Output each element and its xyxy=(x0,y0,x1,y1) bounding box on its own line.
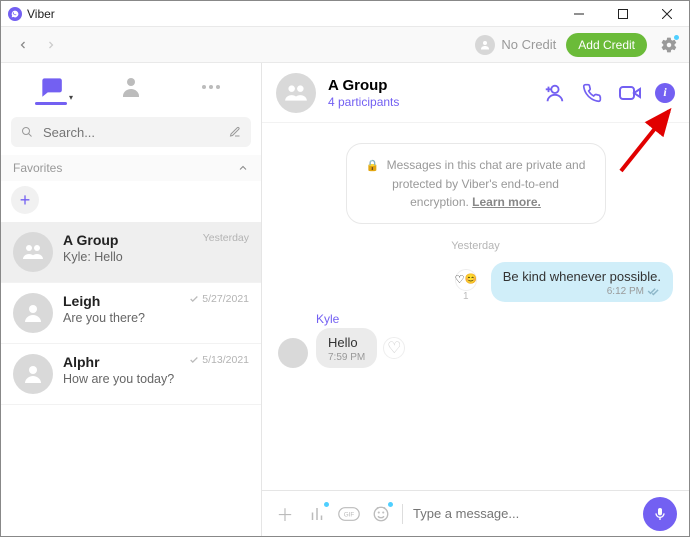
chat-item-0[interactable]: A Group Kyle: Hello Yesterday xyxy=(1,222,261,283)
chat-item-time: 5/13/2021 xyxy=(189,354,249,366)
composer: ＋ GIF xyxy=(262,490,689,536)
add-participant-button[interactable] xyxy=(541,80,567,106)
chats-tab[interactable]: ▾ xyxy=(11,74,91,100)
no-credit-button[interactable]: No Credit xyxy=(475,35,556,55)
message-text: Be kind whenever possible. xyxy=(503,269,661,284)
chat-item-time: Yesterday xyxy=(203,232,249,244)
chat-item-2[interactable]: Alphr How are you today? 5/13/2021 xyxy=(1,344,261,405)
chat-header: A Group 4 participants i xyxy=(262,63,689,123)
poll-button[interactable] xyxy=(306,503,328,525)
react-button[interactable]: ♡ xyxy=(383,337,405,359)
chat-title: A Group xyxy=(328,77,529,94)
chat-item-preview: Are you there? xyxy=(63,311,249,325)
group-avatar-icon xyxy=(13,232,53,272)
video-call-button[interactable] xyxy=(617,80,643,106)
search-icon xyxy=(21,125,33,139)
info-button[interactable]: i xyxy=(655,83,675,103)
day-separator: Yesterday xyxy=(278,240,673,252)
forward-button[interactable] xyxy=(37,31,65,59)
lock-icon: 🔒 xyxy=(366,160,380,172)
nav-toolbar: No Credit Add Credit xyxy=(1,27,689,63)
message-incoming: Kyle Hello 7:59 PM ♡ xyxy=(278,312,673,368)
more-tab[interactable] xyxy=(171,75,251,99)
add-credit-button[interactable]: Add Credit xyxy=(566,33,647,57)
message-text: Hello xyxy=(328,335,365,350)
favorites-header[interactable]: Favorites xyxy=(1,155,261,181)
favorites-label: Favorites xyxy=(13,161,62,175)
person-avatar-icon xyxy=(13,354,53,394)
gif-button[interactable]: GIF xyxy=(338,503,360,525)
reaction-emoji: 😊 xyxy=(464,274,476,285)
settings-button[interactable] xyxy=(657,33,681,57)
title-bar: Viber xyxy=(1,1,689,27)
check-icon xyxy=(189,355,199,365)
chat-item-time: 5/27/2021 xyxy=(189,293,249,305)
close-button[interactable] xyxy=(645,1,689,26)
sender-avatar-icon xyxy=(278,338,308,368)
reaction-count: 1 xyxy=(463,291,469,302)
message-time: 6:12 PM xyxy=(607,286,644,297)
profile-avatar-icon xyxy=(475,35,495,55)
viber-logo-icon xyxy=(8,7,22,21)
encryption-notice: 🔒 Messages in this chat are private and … xyxy=(346,143,606,224)
person-avatar-icon xyxy=(13,293,53,333)
minimize-button[interactable] xyxy=(557,1,601,26)
double-check-icon xyxy=(647,286,661,296)
message-input[interactable] xyxy=(413,506,633,521)
notification-dot xyxy=(674,35,679,40)
message-time: 7:59 PM xyxy=(328,352,365,363)
voice-message-button[interactable] xyxy=(643,497,677,531)
contacts-tab[interactable] xyxy=(91,75,171,99)
chevron-up-icon xyxy=(237,162,249,174)
learn-more-link[interactable]: Learn more. xyxy=(472,195,541,209)
chat-list: A Group Kyle: Hello Yesterday Leigh Are … xyxy=(1,222,261,536)
compose-icon[interactable] xyxy=(229,125,241,139)
chat-item-preview: How are you today? xyxy=(63,372,249,386)
search-input[interactable] xyxy=(43,125,219,140)
chat-area: A Group 4 participants i 🔒 Messages in t… xyxy=(262,63,689,536)
maximize-button[interactable] xyxy=(601,1,645,26)
sidebar: ▾ Favorites + A Group xyxy=(1,63,262,536)
chat-item-1[interactable]: Leigh Are you there? 5/27/2021 xyxy=(1,283,261,344)
chat-item-preview: Kyle: Hello xyxy=(63,250,249,264)
messages-pane: 🔒 Messages in this chat are private and … xyxy=(262,123,689,490)
back-button[interactable] xyxy=(9,31,37,59)
no-credit-label: No Credit xyxy=(501,37,556,52)
reaction-badge[interactable]: ♡😊 1 xyxy=(455,269,477,302)
window-title: Viber xyxy=(27,7,557,21)
svg-text:GIF: GIF xyxy=(344,511,355,518)
group-avatar-icon xyxy=(276,73,316,113)
attach-button[interactable]: ＋ xyxy=(274,503,296,525)
check-icon xyxy=(189,294,199,304)
sender-name[interactable]: Kyle xyxy=(316,312,405,326)
search-bar[interactable] xyxy=(11,117,251,147)
chat-participants[interactable]: 4 participants xyxy=(328,95,529,109)
message-outgoing: ♡😊 1 Be kind whenever possible. 6:12 PM xyxy=(278,262,673,302)
add-favorite-button[interactable]: + xyxy=(11,186,39,214)
sticker-button[interactable] xyxy=(370,503,392,525)
sidebar-tabs: ▾ xyxy=(1,63,261,111)
audio-call-button[interactable] xyxy=(579,80,605,106)
